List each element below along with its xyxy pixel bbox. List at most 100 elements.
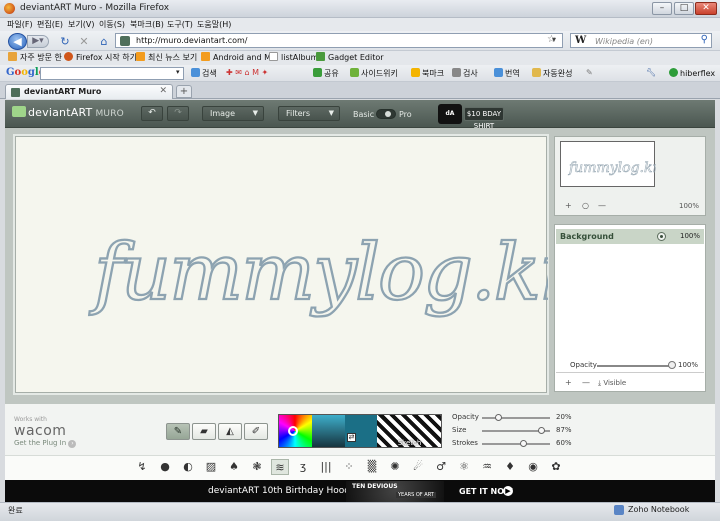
bookmark-item[interactable]: Firefox 시작 하기 xyxy=(64,52,137,64)
layer-opacity-value: 100% xyxy=(678,361,699,369)
layer-visibility-radio[interactable] xyxy=(657,232,666,241)
google-sidewiki-button[interactable]: 사이드위키 xyxy=(350,68,398,79)
address-bar[interactable]: http://muro.deviantart.com/ ☆ xyxy=(115,33,563,48)
menu-go[interactable]: 이동(S) xyxy=(99,19,125,30)
forward-button[interactable]: ▶▾ xyxy=(27,35,49,48)
opacity-slider[interactable] xyxy=(482,417,550,419)
google-spellcheck-button[interactable]: 검사 xyxy=(452,68,478,79)
brush-option[interactable]: ≋ xyxy=(271,459,289,475)
layer-opacity-knob[interactable] xyxy=(668,361,676,369)
brush-option[interactable]: ❃ xyxy=(248,459,266,475)
menu-bookmarks[interactable]: 북마크(B) xyxy=(130,19,164,30)
new-tab-button[interactable]: + xyxy=(176,85,192,98)
brush-option[interactable]: ◐ xyxy=(179,459,197,475)
minimize-button[interactable]: – xyxy=(652,2,672,15)
notebook-icon xyxy=(614,505,624,515)
canvas-thumbnail[interactable]: fummylog.kr xyxy=(560,141,661,187)
brush-option[interactable]: ◉ xyxy=(524,459,542,475)
shirt-promo[interactable]: dA $10 BDAY SHIRT xyxy=(438,104,504,130)
zoom-reset-icon[interactable]: ○ xyxy=(582,201,589,210)
eyedropper-tool-button[interactable]: ✐ xyxy=(244,423,268,440)
bookmark-item[interactable]: 최신 뉴스 보기 xyxy=(136,52,197,64)
brush-option[interactable]: ♦ xyxy=(501,459,519,475)
zoom-out-icon[interactable]: — xyxy=(598,201,606,210)
redo-button[interactable]: ↷ xyxy=(167,106,189,121)
menu-file[interactable]: 파일(F) xyxy=(7,19,33,30)
eraser-tool-button[interactable]: ▰ xyxy=(192,423,216,440)
thumbnail-drawing: fummylog.kr xyxy=(568,160,661,177)
stop-icon[interactable]: ✕ xyxy=(77,35,91,48)
filters-menu-button[interactable]: Filters ▼ xyxy=(278,106,340,121)
drawing-canvas[interactable]: fummylog.kr xyxy=(15,136,584,393)
strokes-slider[interactable] xyxy=(482,443,550,445)
add-layer-button[interactable]: + xyxy=(565,378,572,387)
remove-layer-button[interactable]: — xyxy=(582,378,590,387)
opacity-knob[interactable] xyxy=(494,414,502,421)
bookmark-item[interactable]: Android and Me xyxy=(201,52,276,64)
google-search-input[interactable] xyxy=(40,67,184,80)
menu-edit[interactable]: 편집(E) xyxy=(37,19,63,30)
google-search-button[interactable]: 검색 xyxy=(191,68,217,79)
undo-button[interactable]: ↶ xyxy=(141,106,163,121)
fill-tool-button[interactable]: ◭ xyxy=(218,423,242,440)
banner-text: deviantART 10th Birthday Hoodie xyxy=(208,486,359,496)
maximize-button[interactable]: □ xyxy=(674,2,694,15)
layer-opacity-label: Opacity xyxy=(570,361,597,369)
pencil-icon[interactable]: ✎ xyxy=(586,68,593,77)
bookmark-item[interactable]: 자주 방문 한 xyxy=(8,52,62,64)
image-menu-button[interactable]: Image ▼ xyxy=(202,106,264,121)
brush-option[interactable]: ✿ xyxy=(547,459,565,475)
google-dropdown-icon[interactable]: ▾ xyxy=(176,68,180,76)
wrench-icon[interactable]: 🔧︎ xyxy=(646,68,656,77)
brush-option[interactable]: ♠ xyxy=(225,459,243,475)
tab-close-icon[interactable]: ✕ xyxy=(159,86,167,96)
google-tool-icons[interactable]: ✚ ✉ ⌂ M ✦ xyxy=(226,68,268,77)
layer-row[interactable]: Background 100% xyxy=(556,229,704,244)
brush-option[interactable]: ⚛ xyxy=(455,459,473,475)
bookmark-item[interactable]: listAlbum xyxy=(269,52,318,64)
brush-option[interactable]: ✺ xyxy=(386,459,404,475)
menu-help[interactable]: 도움말(H) xyxy=(197,19,231,30)
mode-toggle[interactable] xyxy=(376,109,396,119)
google-bookmark-button[interactable]: 북마크 xyxy=(411,68,444,79)
layer-opacity-slider[interactable] xyxy=(597,365,673,367)
google-share-button[interactable]: 공유 xyxy=(313,68,339,79)
google-translate-button[interactable]: 번역 xyxy=(494,68,520,79)
menu-tools[interactable]: 도구(T) xyxy=(167,19,193,30)
brush-option[interactable]: ♒ xyxy=(478,459,496,475)
brush-option[interactable]: ♂ xyxy=(432,459,450,475)
brush-option[interactable]: ● xyxy=(156,459,174,475)
zoho-notebook-button[interactable]: Zoho Notebook xyxy=(628,505,689,514)
history-dropdown-icon[interactable]: ▾ xyxy=(552,35,556,44)
url-text[interactable]: http://muro.deviantart.com/ xyxy=(136,36,248,45)
search-box[interactable]: W Wikipedia (en) ⚲ xyxy=(570,33,712,48)
visible-toggle[interactable]: ⤓ Visible xyxy=(598,379,626,388)
arrow-right-icon[interactable]: ▶ xyxy=(503,486,513,496)
wikipedia-icon[interactable]: W xyxy=(575,35,586,46)
search-icon[interactable]: ⚲ xyxy=(701,34,708,45)
brush-option[interactable]: ☄ xyxy=(409,459,427,475)
spellcheck-icon xyxy=(452,68,461,77)
back-button[interactable]: ◀ xyxy=(8,33,27,50)
brush-option[interactable]: ↯ xyxy=(133,459,151,475)
google-user-button[interactable]: hiberflex xyxy=(669,68,715,78)
google-autofill-button[interactable]: 자동완성 xyxy=(532,68,572,79)
chevron-down-icon: ▼ xyxy=(328,109,334,117)
brush-option[interactable]: ▨ xyxy=(202,459,220,475)
zoom-in-icon[interactable]: + xyxy=(565,201,572,210)
bookmark-item[interactable]: Gadget Editor xyxy=(316,52,384,64)
brush-option[interactable]: ||| xyxy=(317,459,335,475)
brush-option[interactable]: ⁘ xyxy=(340,459,358,475)
brush-tool-button[interactable]: ✎ xyxy=(166,423,190,440)
menu-view[interactable]: 보기(V) xyxy=(68,19,94,30)
tab-muro[interactable]: deviantART Muro ✕ xyxy=(5,84,173,99)
brush-option[interactable]: ▒ xyxy=(363,459,381,475)
brush-option[interactable]: ʒ xyxy=(294,459,312,475)
close-button[interactable]: ✕ xyxy=(695,2,717,15)
reload-icon[interactable]: ↻ xyxy=(58,35,72,48)
wacom-plugin-link[interactable]: Get the Plug In › xyxy=(14,439,77,448)
mode-pro-label[interactable]: Pro xyxy=(399,110,412,119)
size-knob[interactable] xyxy=(537,427,545,434)
home-icon[interactable]: ⌂ xyxy=(97,35,111,48)
mode-basic-label[interactable]: Basic xyxy=(353,110,374,119)
